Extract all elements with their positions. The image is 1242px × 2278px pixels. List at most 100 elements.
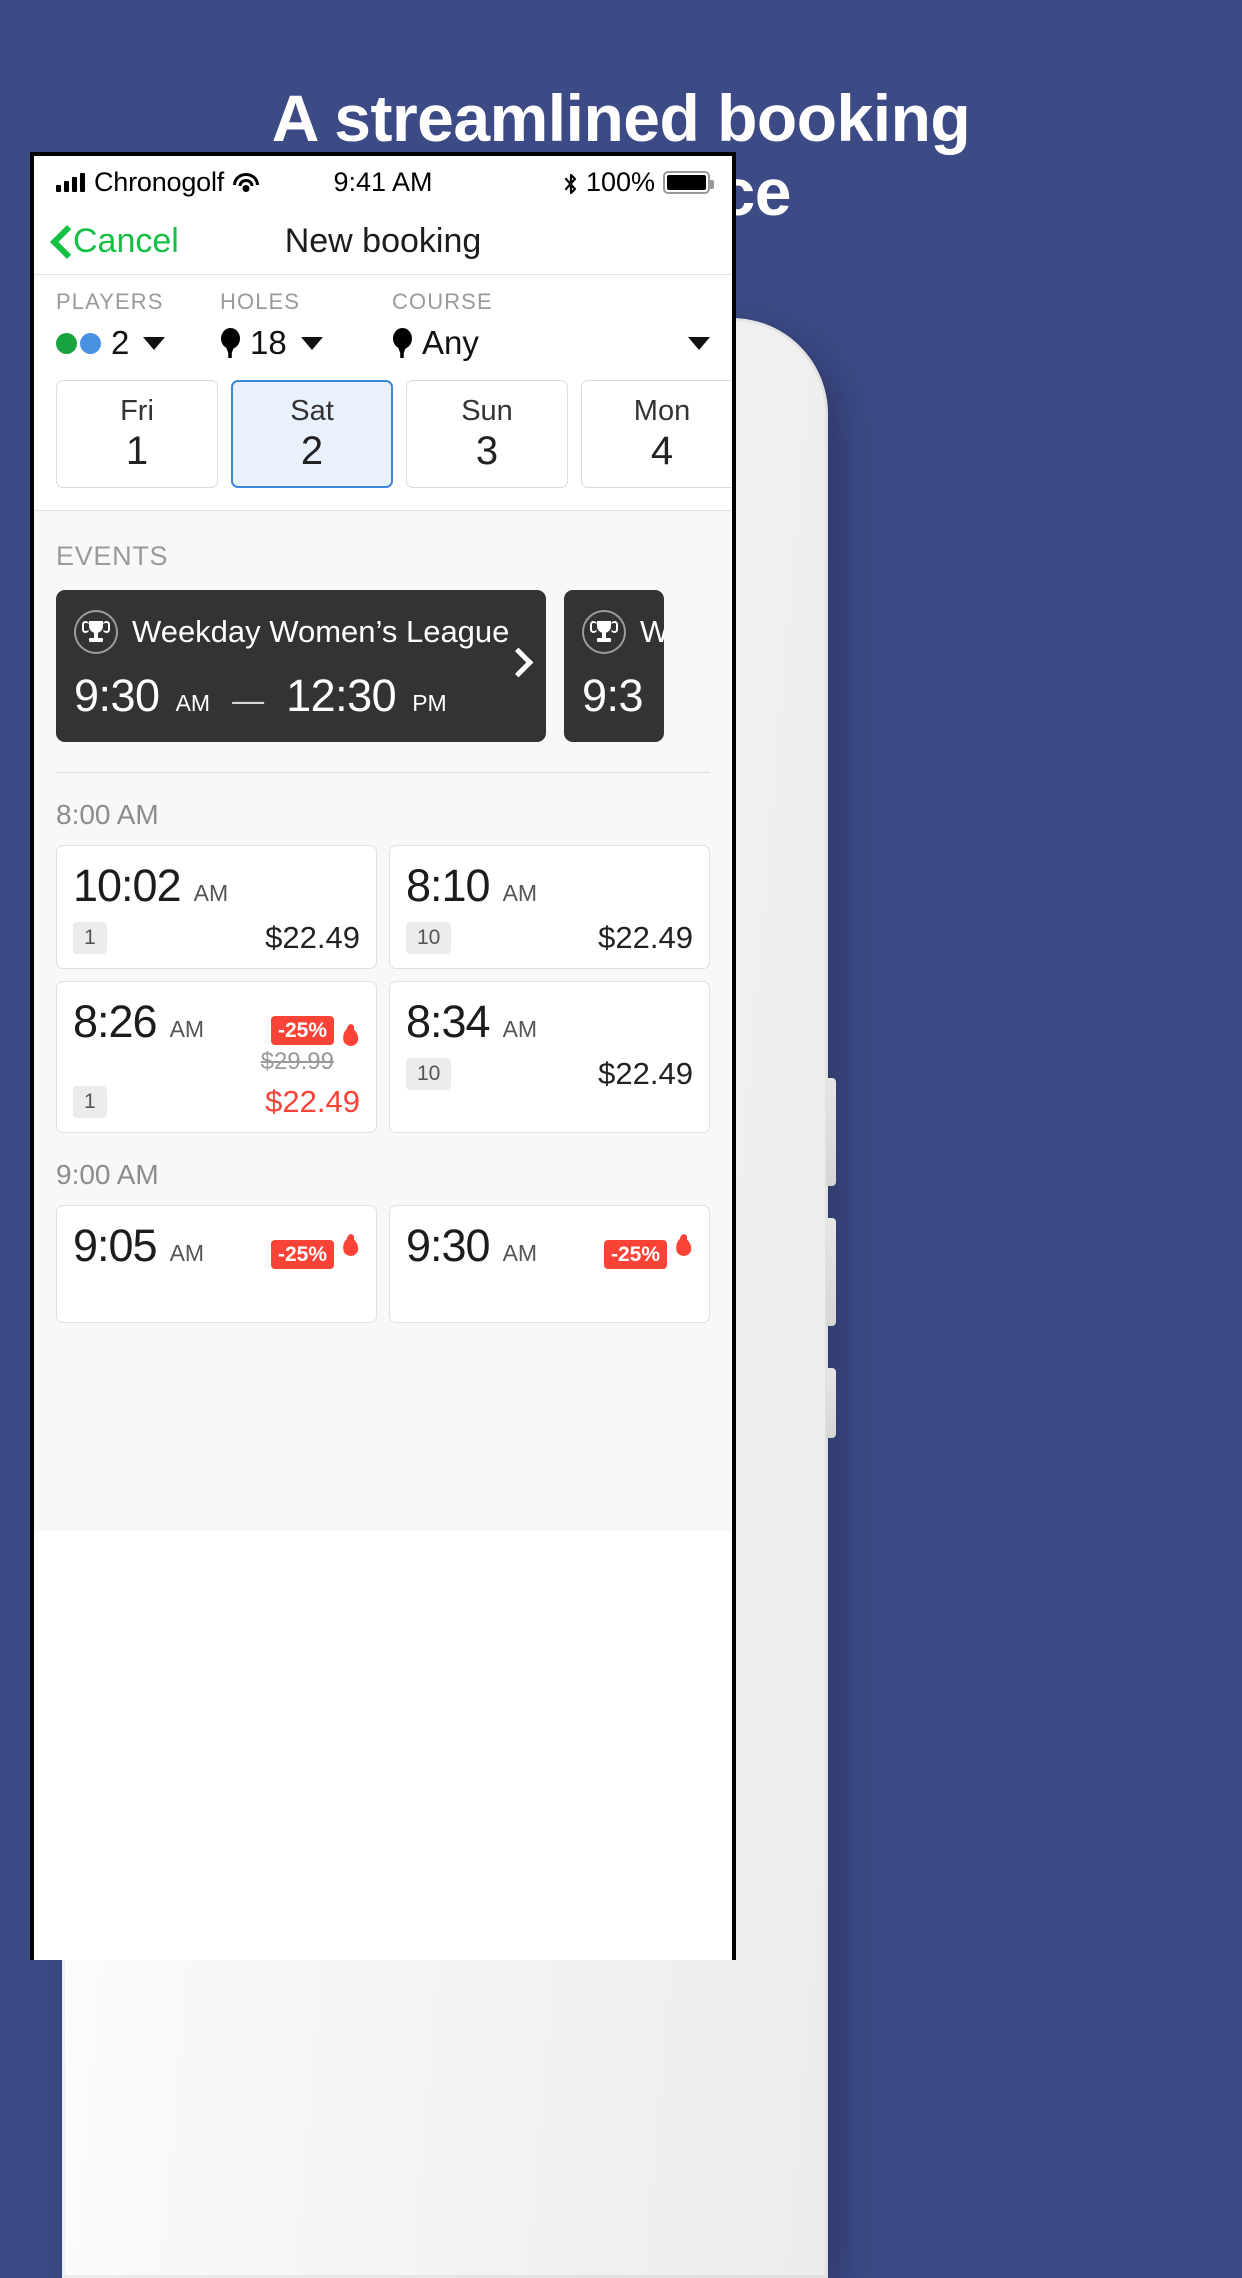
tee-time-card-top: 8:34 AM (406, 996, 693, 1048)
cancel-button-label: Cancel (73, 221, 179, 260)
date-card-num: 4 (650, 428, 674, 473)
chevron-down-icon[interactable] (688, 336, 710, 350)
trophy-icon (74, 610, 118, 654)
discount-badge: -25% (270, 1240, 334, 1270)
tee-time-card-bottom: 1 $22.49 (73, 1084, 360, 1120)
phone-screen: Chronogolf 9:41 AM 100% Cancel New booki… (30, 152, 736, 1960)
hot-deal-flame-icon (341, 1024, 360, 1048)
date-card-day: Fri (120, 395, 154, 428)
golf-tee-icon (392, 328, 412, 358)
tee-time-value: 8:26 (73, 996, 158, 1047)
tee-time-price: $22.49 (265, 920, 360, 955)
filter-players[interactable]: PLAYERS 2 (56, 289, 220, 362)
tee-time-group-header: 8:00 AM (56, 799, 159, 830)
tee-time-price: $22.49 (598, 1056, 693, 1091)
volume-button-up[interactable] (826, 1078, 836, 1186)
chevron-left-icon (52, 226, 69, 256)
date-selector[interactable]: Fri 1 Sat 2 Sun 3 Mon 4 Tue 5 (34, 362, 732, 511)
event-title: Weekday Women’s League (132, 614, 510, 649)
tee-time-card-top: 8:10 AM (406, 860, 693, 912)
tee-time-group-header: 9:00 AM (56, 1159, 159, 1191)
filter-course-value: Any (422, 324, 479, 361)
tee-time-value: 8:34 (406, 996, 491, 1047)
events-section-label: EVENTS (56, 541, 169, 571)
event-title: W (640, 614, 664, 650)
tee-time-card-bottom: 1 $22.49 (73, 920, 360, 956)
status-bar: Chronogolf 9:41 AM 100% (34, 156, 732, 208)
cancel-button[interactable]: Cancel (52, 222, 179, 261)
battery-full-icon (663, 170, 714, 194)
tee-time-value: 9:30 (406, 1220, 491, 1272)
volume-button-down[interactable] (826, 1218, 836, 1326)
filter-row: PLAYERS 2 HOLES 18 COURSE Any (34, 289, 732, 362)
tee-time-card-bottom: 10 $22.49 (406, 1056, 693, 1092)
filter-course[interactable]: COURSE Any (392, 289, 710, 362)
tee-time-price: $22.49 (598, 920, 693, 955)
tee-time-grid[interactable]: 9:05 AM -25% 9:30 AM -25% (34, 1205, 732, 1324)
carrier-label: Chronogolf (94, 166, 225, 197)
event-end-meridiem: PM (412, 690, 447, 716)
tee-time-meridiem: AM (169, 1016, 205, 1042)
cellular-bars-icon (56, 172, 85, 192)
filter-course-label: COURSE (392, 289, 493, 314)
booking-list[interactable]: EVENTS Weekday Women’s League 9:30 AM — … (34, 511, 732, 1531)
tee-time-card-discounted[interactable]: 9:05 AM -25% (56, 1205, 377, 1324)
headline-line-1: A streamlined booking (271, 81, 971, 155)
date-card-num: 1 (125, 428, 149, 473)
golf-tee-icon (220, 328, 240, 358)
tee-time-meridiem: AM (502, 1240, 538, 1267)
chevron-right-icon[interactable] (508, 648, 524, 678)
tee-time-card-discounted[interactable]: 8:26 AM -25% $29.99 1 $22.49 (56, 981, 377, 1134)
event-time-range: 9:30 AM — 12:30 PM (74, 670, 528, 722)
tee-time-card-top: 10:02 AM (73, 860, 360, 912)
power-button[interactable] (826, 1368, 836, 1438)
tee-time-meridiem: AM (502, 1016, 538, 1042)
date-card-day: Mon (633, 395, 691, 428)
event-card[interactable]: W 9:3 (564, 590, 664, 742)
tee-time-holes-badge: 1 (73, 1086, 107, 1119)
discount-badge-label: -25% (610, 1243, 660, 1267)
date-card-day: Sat (290, 395, 334, 428)
bluetooth-icon (564, 171, 578, 195)
tee-time-grid[interactable]: 10:02 AM 1 $22.49 8:10 AM 10 $22.49 8:26… (34, 845, 732, 1134)
tee-time-card-discounted[interactable]: 9:30 AM -25% (389, 1205, 710, 1324)
tee-time-value: 9:05 (73, 1220, 158, 1272)
tee-time-card[interactable]: 10:02 AM 1 $22.49 (56, 845, 377, 969)
event-card[interactable]: Weekday Women’s League 9:30 AM — 12:30 P… (56, 590, 546, 742)
tee-time-card-top: 9:05 AM -25% (73, 1220, 360, 1272)
tee-time-card[interactable]: 8:10 AM 10 $22.49 (389, 845, 710, 969)
tee-time-card-top: 8:26 AM -25% $29.99 (73, 996, 360, 1076)
tee-time-card[interactable]: 8:34 AM 10 $22.49 (389, 981, 710, 1134)
tee-time-value: 8:10 (406, 860, 491, 911)
tee-time-meridiem: AM (169, 1240, 205, 1267)
chevron-down-icon[interactable] (143, 336, 166, 350)
tee-time-meridiem: AM (502, 880, 538, 906)
filter-course-value-row: Any (392, 324, 710, 362)
event-time-range: 9:3 (582, 670, 646, 722)
player-dots-icon (56, 332, 101, 354)
date-card-day: Sun (461, 395, 513, 428)
tee-time-discount-block: -25% $29.99 (261, 1016, 334, 1076)
date-card-mon[interactable]: Mon 4 (581, 380, 732, 488)
filter-holes-value-row: 18 (220, 324, 392, 362)
hot-deal-flame-icon (674, 1234, 693, 1258)
wifi-icon (233, 172, 260, 192)
hot-deal-flame-icon (341, 1234, 360, 1258)
events-carousel[interactable]: Weekday Women’s League 9:30 AM — 12:30 P… (34, 590, 732, 742)
filter-holes-value: 18 (250, 324, 287, 361)
date-card-sun[interactable]: Sun 3 (406, 380, 568, 488)
tee-time-card-bottom: 10 $22.49 (406, 920, 693, 956)
navigation-bar: Cancel New booking (34, 208, 732, 274)
filter-holes[interactable]: HOLES 18 (220, 289, 392, 362)
discount-badge-label: -25% (277, 1243, 327, 1267)
tee-time-price: $22.49 (265, 1084, 360, 1120)
date-card-sat[interactable]: Sat 2 (231, 380, 393, 488)
event-card-header: Weekday Women’s League (74, 610, 528, 654)
date-card-fri[interactable]: Fri 1 (56, 380, 218, 488)
status-bar-right: 100% (564, 167, 714, 198)
discount-badge: -25% (603, 1240, 667, 1270)
filter-holes-label: HOLES (220, 289, 301, 314)
tee-time-card-top: 9:30 AM -25% (406, 1220, 693, 1272)
chevron-down-icon[interactable] (300, 336, 323, 350)
tee-time-old-price: $29.99 (260, 1048, 334, 1076)
